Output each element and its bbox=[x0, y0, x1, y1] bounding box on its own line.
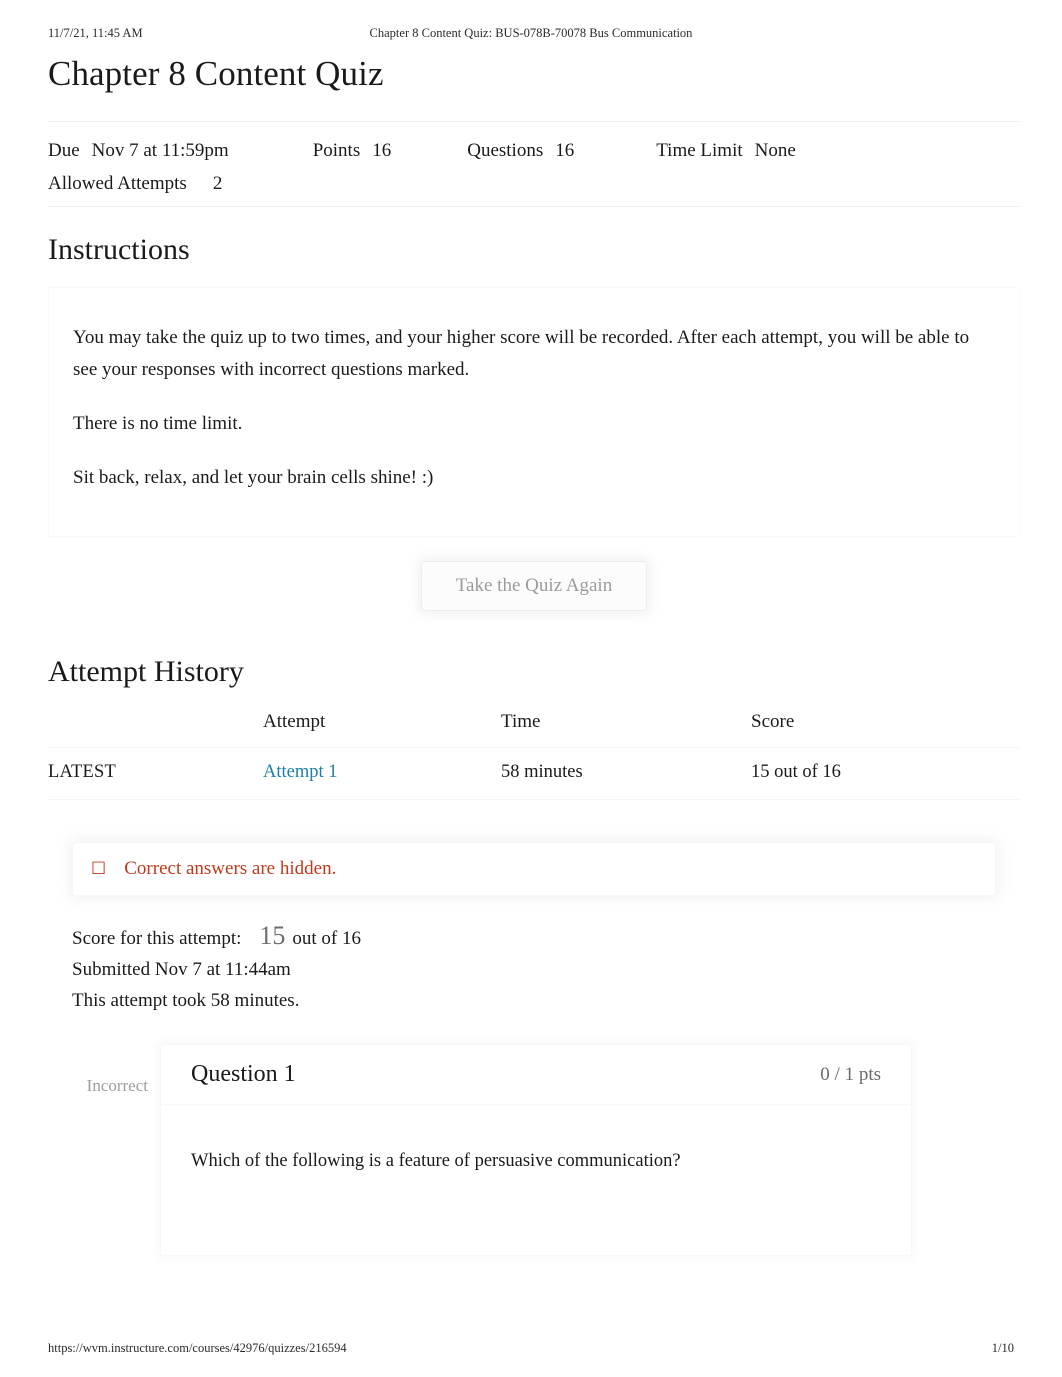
attempt-score-label: Score for this attempt: bbox=[72, 928, 242, 950]
print-document-title: Chapter 8 Content Quiz: BUS-078B-70078 B… bbox=[369, 25, 693, 40]
page-title: Chapter 8 Content Quiz bbox=[48, 54, 384, 93]
attempt-score: 15 out of 16 bbox=[751, 762, 841, 783]
attempt-history-heading: Attempt History bbox=[48, 655, 244, 689]
attempt-submitted-line: Submitted Nov 7 at 11:44am bbox=[72, 959, 291, 981]
meta-due: Due Nov 7 at 11:59pm bbox=[48, 134, 229, 167]
print-footer-url: https://wvm.instructure.com/courses/4297… bbox=[48, 1341, 347, 1355]
question-area: Incorrect Question 1 0 / 1 pts Which of … bbox=[48, 1044, 1020, 1257]
attempt-time: 58 minutes bbox=[501, 762, 583, 783]
attempt-history-table: Attempt Time Score LATEST Attempt 1 58 m… bbox=[48, 711, 1020, 799]
question-name: Question 1 bbox=[191, 1061, 296, 1088]
meta-allowed-attempts: Allowed Attempts 2 bbox=[48, 167, 222, 200]
attempt-score-line: Score for this attempt: 15 out of 16 bbox=[72, 920, 1020, 954]
meta-points: Points 16 bbox=[313, 134, 392, 167]
column-header-time: Time bbox=[501, 711, 541, 733]
attempt-score-suffix: out of 16 bbox=[292, 928, 361, 950]
attempt-history-body: LATEST Attempt 1 58 minutes 15 out of 16 bbox=[48, 747, 1020, 800]
attempt-1-link[interactable]: Attempt 1 bbox=[263, 762, 338, 782]
attempt-score-value: 15 bbox=[259, 921, 286, 951]
meta-questions: Questions 16 bbox=[467, 134, 574, 167]
table-row: LATEST Attempt 1 58 minutes 15 out of 16 bbox=[48, 747, 1020, 800]
print-header: 11/7/21, 11:45 AM Chapter 8 Content Quiz… bbox=[48, 24, 1014, 42]
instructions-paragraph: Sit back, relax, and let your brain cell… bbox=[73, 467, 434, 489]
meta-questions-label: Questions bbox=[467, 140, 544, 162]
quiz-metadata: Due Nov 7 at 11:59pm Points 16 Questions… bbox=[48, 122, 1020, 206]
print-footer-page-number: 1/10 bbox=[991, 1341, 1014, 1355]
meta-allowed-attempts-label: Allowed Attempts bbox=[48, 173, 187, 195]
meta-points-label: Points bbox=[312, 140, 361, 162]
alert-message: Correct answers are hidden. bbox=[124, 858, 337, 880]
warning-icon: ☐ bbox=[91, 858, 107, 879]
print-timestamp: 11/7/21, 11:45 AM bbox=[48, 25, 143, 40]
meta-allowed-attempts-value: 2 bbox=[212, 173, 223, 195]
question-status-badge: Incorrect bbox=[86, 1076, 148, 1096]
meta-points-value: 16 bbox=[372, 140, 392, 162]
correct-answers-hidden-alert: ☐ Correct answers are hidden. bbox=[72, 842, 996, 897]
divider-under-attempts-table bbox=[48, 799, 1020, 801]
attempt-duration-line: This attempt took 58 minutes. bbox=[72, 990, 300, 1012]
instructions-heading: Instructions bbox=[48, 233, 190, 267]
take-quiz-again-button[interactable]: Take the Quiz Again bbox=[420, 561, 648, 612]
column-header-attempt: Attempt bbox=[263, 711, 326, 733]
question-body: Which of the following is a feature of p… bbox=[161, 1105, 911, 1255]
page-content: Chapter 8 Content Quiz Due Nov 7 at 11:5… bbox=[48, 50, 1020, 1257]
print-footer: https://wvm.instructure.com/courses/4297… bbox=[48, 1341, 1014, 1356]
meta-time-limit-value: None bbox=[754, 140, 796, 162]
meta-time-limit: Time Limit None bbox=[656, 134, 796, 167]
instructions-panel: You may take the quiz up to two times, a… bbox=[48, 287, 1020, 538]
instructions-paragraph: You may take the quiz up to two times, a… bbox=[73, 327, 970, 381]
attempt-kept-badge: LATEST bbox=[48, 762, 117, 783]
quiz-metadata-row-secondary: Allowed Attempts 2 bbox=[48, 167, 1020, 200]
quiz-metadata-row-primary: Due Nov 7 at 11:59pm Points 16 Questions… bbox=[48, 134, 1020, 167]
meta-due-value: Nov 7 at 11:59pm bbox=[91, 140, 229, 162]
meta-time-limit-label: Time Limit bbox=[656, 140, 743, 162]
take-quiz-again-row: Take the Quiz Again bbox=[48, 561, 1020, 612]
attempt-history-header-row: Attempt Time Score bbox=[48, 711, 1020, 748]
question-card-header: Question 1 0 / 1 pts bbox=[161, 1045, 911, 1106]
question-points: 0 / 1 pts bbox=[820, 1063, 881, 1085]
attempt-summary: Score for this attempt: 15 out of 16 Sub… bbox=[72, 920, 1020, 1016]
attempt-history-head: Attempt Time Score bbox=[48, 711, 1020, 748]
instructions-paragraph: There is no time limit. bbox=[73, 413, 243, 435]
meta-questions-value: 16 bbox=[555, 140, 575, 162]
meta-due-label: Due bbox=[48, 140, 80, 162]
question-text: Which of the following is a feature of p… bbox=[191, 1151, 681, 1172]
question-card: Question 1 0 / 1 pts Which of the follow… bbox=[160, 1044, 912, 1257]
column-header-score: Score bbox=[751, 711, 795, 733]
column-header-kept bbox=[48, 711, 263, 748]
